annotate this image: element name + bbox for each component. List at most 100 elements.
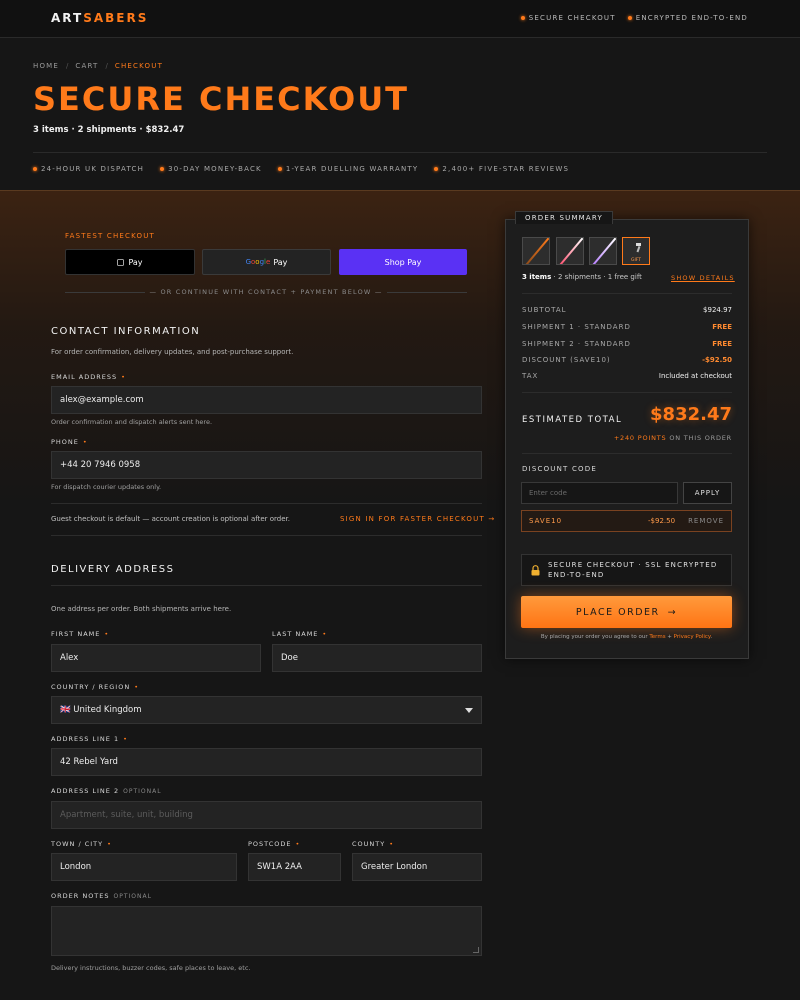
- postcode-label: POSTCODE •: [248, 840, 301, 848]
- shop-pay-button[interactable]: Shop Pay: [339, 249, 467, 275]
- guest-checkout-note: Guest checkout is default — account crea…: [51, 515, 290, 523]
- saber-icon: [524, 238, 549, 264]
- breadcrumb: HOME / CART / CHECKOUT: [33, 62, 163, 70]
- trust-reviews: 2,400+ FIVE-STAR REVIEWS: [434, 165, 569, 173]
- privacy-link[interactable]: Privacy Policy: [674, 634, 711, 640]
- saber-icon: [558, 238, 583, 264]
- estimated-total-value: $832.47: [650, 404, 732, 425]
- divider: [51, 585, 482, 586]
- breadcrumb-cart[interactable]: CART: [75, 62, 98, 70]
- divider: [522, 392, 732, 393]
- google-logo: Google: [245, 258, 271, 266]
- status-dot-icon: [277, 166, 282, 171]
- breadcrumb-separator: /: [66, 62, 69, 70]
- contact-section-title: CONTACT INFORMATION: [51, 326, 201, 337]
- town-field[interactable]: London: [51, 853, 237, 881]
- breadcrumb-separator: /: [105, 62, 108, 70]
- email-label: EMAIL ADDRESS •: [51, 373, 126, 381]
- country-select[interactable]: 🇬🇧 United Kingdom: [51, 696, 482, 724]
- trust-row: 24-HOUR UK DISPATCH 30-DAY MONEY-BACK 1-…: [33, 152, 767, 184]
- arrow-right-icon: →: [667, 606, 678, 618]
- trust-warranty: 1-YEAR DUELLING WARRANTY: [277, 165, 419, 173]
- topbar-badges: SECURE CHECKOUT ENCRYPTED END-TO-END: [520, 14, 748, 22]
- first-name-label: FIRST NAME •: [51, 630, 110, 638]
- breadcrumb-home[interactable]: HOME: [33, 62, 59, 70]
- county-label: COUNTY •: [352, 840, 395, 848]
- order-notes-hint: Delivery instructions, buzzer codes, saf…: [51, 964, 251, 972]
- order-notes-textarea[interactable]: [51, 906, 482, 956]
- badge-secure-checkout: SECURE CHECKOUT: [520, 14, 616, 22]
- summary-item-count: 3 items · 2 shipments · 1 free gift: [522, 273, 642, 281]
- gift-thumbnail[interactable]: GIFT: [622, 237, 650, 265]
- place-order-button[interactable]: PLACE ORDER →: [521, 596, 732, 628]
- google-pay-button[interactable]: Google Pay: [202, 249, 331, 275]
- last-name-label: LAST NAME •: [272, 630, 328, 638]
- discount-row: DISCOUNT (SAVE10) -$92.50: [522, 356, 732, 364]
- phone-label: PHONE •: [51, 438, 88, 446]
- trust-money-back: 30-DAY MONEY-BACK: [160, 165, 262, 173]
- email-field[interactable]: alex@example.com: [51, 386, 482, 414]
- lock-icon: [531, 564, 540, 575]
- delivery-section-desc: One address per order. Both shipments ar…: [51, 605, 232, 613]
- terms-link[interactable]: Terms: [649, 634, 665, 640]
- status-dot-icon: [33, 166, 37, 171]
- divider: [522, 453, 732, 454]
- phone-hint: For dispatch courier updates only.: [51, 483, 162, 491]
- product-thumbnail[interactable]: [556, 237, 584, 265]
- estimated-total-label: ESTIMATED TOTAL: [522, 415, 623, 425]
- apply-discount-button[interactable]: APPLY: [683, 482, 732, 504]
- divider: [51, 535, 482, 536]
- status-dot-icon: [627, 16, 632, 20]
- secure-checkout-notice: SECURE CHECKOUT · SSL ENCRYPTED END-TO-E…: [521, 554, 732, 586]
- product-thumbnail[interactable]: [522, 237, 550, 265]
- reward-points: +240 POINTS ON THIS ORDER: [613, 434, 732, 442]
- county-field[interactable]: Greater London: [352, 853, 482, 881]
- first-name-field[interactable]: Alex: [51, 644, 261, 672]
- order-notes-label: ORDER NOTES OPTIONAL: [51, 892, 152, 900]
- address-line-2-label: ADDRESS LINE 2 OPTIONAL: [51, 787, 162, 795]
- page-title: SECURE CHECKOUT: [33, 80, 409, 118]
- postcode-field[interactable]: SW1A 2AA: [248, 853, 341, 881]
- discount-code-label: DISCOUNT CODE: [522, 465, 597, 473]
- resize-grip-icon[interactable]: [473, 947, 479, 953]
- saber-icon: [591, 238, 616, 264]
- divider: [522, 293, 732, 294]
- top-bar: ARTSABERS SECURE CHECKOUT ENCRYPTED END-…: [0, 0, 800, 38]
- apple-pay-button[interactable]: Pay: [65, 249, 195, 275]
- applied-discount-chip: SAVE10 -$92.50 REMOVE: [521, 510, 732, 532]
- product-thumbnail[interactable]: [589, 237, 617, 265]
- logo[interactable]: ARTSABERS: [51, 11, 148, 25]
- page-subtitle: 3 items · 2 shipments · $832.47: [33, 125, 185, 135]
- divider: [51, 503, 482, 504]
- delivery-section-title: DELIVERY ADDRESS: [51, 564, 175, 575]
- sign-in-link[interactable]: SIGN IN FOR FASTER CHECKOUT →: [340, 515, 495, 523]
- badge-encrypted: ENCRYPTED END-TO-END: [627, 14, 748, 22]
- order-summary-title: ORDER SUMMARY: [515, 211, 614, 224]
- terms-note: By placing your order you agree to our T…: [540, 634, 713, 640]
- email-hint: Order confirmation and dispatch alerts s…: [51, 418, 213, 426]
- tax-row: TAX Included at checkout: [522, 372, 732, 380]
- hilt-icon: [636, 243, 641, 253]
- contact-section-desc: For order confirmation, delivery updates…: [51, 348, 294, 356]
- fastest-checkout-label: FASTEST CHECKOUT: [65, 232, 156, 240]
- remove-discount-button[interactable]: REMOVE: [688, 517, 724, 525]
- discount-code-input[interactable]: Enter code: [521, 482, 678, 504]
- last-name-field[interactable]: Doe: [272, 644, 482, 672]
- show-details-link[interactable]: SHOW DETAILS: [671, 274, 735, 282]
- trust-dispatch: 24-HOUR UK DISPATCH: [33, 165, 144, 173]
- shipment-2-row: SHIPMENT 2 · STANDARD FREE: [522, 340, 732, 348]
- subtotal-row: SUBTOTAL $924.97: [522, 306, 732, 314]
- status-dot-icon: [434, 166, 439, 171]
- address-line-1-field[interactable]: 42 Rebel Yard: [51, 748, 482, 776]
- apple-icon: [117, 259, 125, 266]
- status-dot-icon: [520, 16, 525, 20]
- country-label: COUNTRY / REGION •: [51, 683, 140, 691]
- address-line-2-field[interactable]: Apartment, suite, unit, building: [51, 801, 482, 829]
- breadcrumb-checkout: CHECKOUT: [114, 62, 164, 70]
- town-label: TOWN / CITY •: [51, 840, 112, 848]
- status-dot-icon: [160, 166, 165, 171]
- chevron-down-icon: [465, 708, 473, 713]
- phone-field[interactable]: +44 20 7946 0958: [51, 451, 482, 479]
- address-line-1-label: ADDRESS LINE 1 •: [51, 735, 128, 743]
- gift-tag: GIFT: [630, 258, 642, 263]
